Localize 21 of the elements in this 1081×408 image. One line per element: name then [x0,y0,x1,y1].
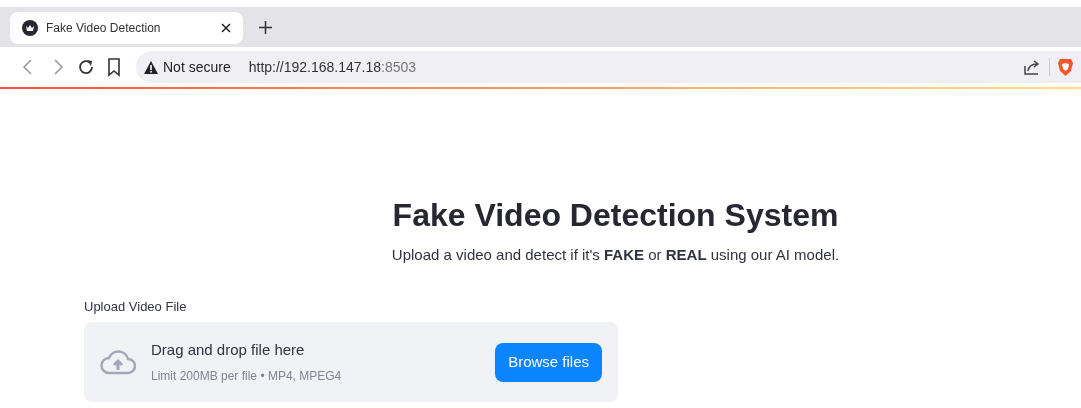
warning-icon [144,60,158,74]
share-icon[interactable] [1023,58,1041,76]
dropzone[interactable]: Drag and drop file here Limit 200MB per file • MP4, MPEG4 Browse files [84,322,618,402]
page-subtitle: Upload a video and detect if it's FAKE or REAL using our AI model. [391,245,840,265]
bookmark-icon[interactable] [106,57,122,77]
cloud-upload-icon [100,349,136,375]
tab-title: Fake Video Detection [46,20,162,37]
page-title: Fake Video Detection System [392,196,839,235]
reload-icon[interactable] [76,57,96,77]
upload-label: Upload Video File [84,297,188,316]
crown-icon [22,20,38,36]
browse-files-button[interactable]: Browse files [495,342,602,382]
file-limits: Limit 200MB per file • MP4, MPEG4 [151,368,342,386]
address-bar[interactable]: Not secure http://192.168.147.18:8503 [136,51,1081,83]
security-status[interactable]: Not secure [163,56,231,78]
lion-shield-icon[interactable] [1058,58,1073,76]
url-text[interactable]: http://192.168.147.18:8503 [248,56,417,78]
new-tab-icon[interactable] [259,21,272,34]
dropzone-instruction: Drag and drop file here [151,339,306,360]
close-icon[interactable] [221,23,231,33]
browser-tab[interactable]: Fake Video Detection [10,12,243,44]
